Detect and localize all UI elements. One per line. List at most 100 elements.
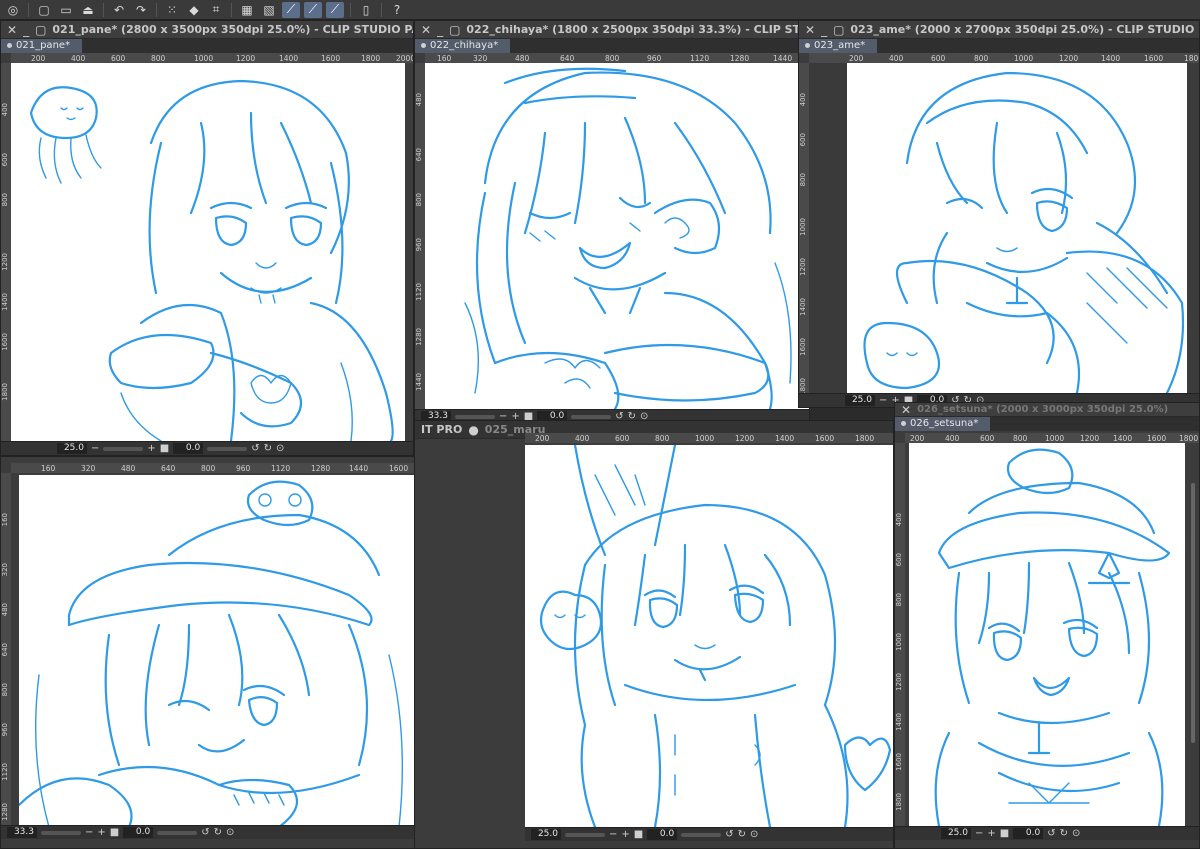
- drawing-canvas[interactable]: [525, 445, 893, 827]
- reset-rotation-icon[interactable]: ⊙: [226, 827, 234, 838]
- canvas-status-bar: 25.0 − + ■ 0.0 ↺ ↻ ⊙: [525, 827, 893, 841]
- ruler-icon[interactable]: ▧: [260, 2, 278, 18]
- ruler-tick: 400: [945, 434, 960, 443]
- ruler-tick: 960: [415, 238, 423, 252]
- ruler-tick: 640: [415, 148, 423, 162]
- ruler-tick: 1440: [415, 373, 423, 391]
- drawing-canvas[interactable]: [909, 443, 1185, 826]
- close-icon[interactable]: ✕: [901, 403, 911, 417]
- zoom-field[interactable]: 25.0: [845, 395, 875, 406]
- rotate-left-icon[interactable]: ↺: [1047, 828, 1055, 839]
- toolbar-divider: [231, 2, 232, 17]
- zoom-slider[interactable]: [455, 414, 495, 419]
- tab-label: 021_pane*: [16, 40, 71, 51]
- zoom-in-icon[interactable]: +: [621, 829, 629, 840]
- zoom-field[interactable]: 25.0: [941, 828, 971, 839]
- tab-bar: 026_setsuna*: [895, 417, 1199, 431]
- reset-rotation-icon[interactable]: ⊙: [276, 443, 284, 454]
- rotate-right-icon[interactable]: ↻: [214, 827, 222, 838]
- fit-icon[interactable]: ■: [110, 827, 119, 838]
- zoom-out-icon[interactable]: −: [975, 828, 983, 839]
- clip-logo-icon[interactable]: ◎: [4, 2, 22, 18]
- window-titlebar[interactable]: ✕ 026_setsuna* (2000 x 3000px 350dpi 25.…: [895, 403, 1199, 417]
- zoom-in-icon[interactable]: +: [97, 827, 105, 838]
- zoom-slider[interactable]: [103, 446, 144, 451]
- rotate-right-icon[interactable]: ↻: [738, 829, 746, 840]
- zoom-out-icon[interactable]: −: [609, 829, 617, 840]
- ruler-tick: 800: [415, 193, 423, 207]
- snap-special-icon[interactable]: ⟋: [326, 1, 344, 18]
- minimize-icon[interactable]: _: [23, 23, 29, 37]
- rotation-slider[interactable]: [207, 446, 248, 451]
- fit-icon[interactable]: ■: [160, 443, 169, 454]
- close-icon[interactable]: ✕: [805, 23, 815, 37]
- zoom-out-icon[interactable]: −: [85, 827, 93, 838]
- window-title: 021_pane* (2800 x 3500px 350dpi 25.0%) -…: [52, 23, 413, 36]
- drawing-canvas[interactable]: [11, 63, 405, 441]
- reset-rotation-icon[interactable]: ⊙: [1072, 828, 1080, 839]
- rotate-left-icon[interactable]: ↺: [725, 829, 733, 840]
- maximize-icon[interactable]: ▢: [833, 23, 844, 37]
- redo-icon[interactable]: ↷: [132, 2, 150, 18]
- ruler-tick: 1400: [279, 54, 299, 63]
- tab-021-pane[interactable]: 021_pane*: [1, 39, 83, 53]
- sketch-girl-chihaya: [464, 67, 792, 409]
- maximize-icon[interactable]: ▢: [449, 23, 460, 37]
- open-folder-icon[interactable]: ▭: [57, 2, 75, 18]
- zoom-field[interactable]: 25.0: [57, 443, 87, 454]
- transform-icon[interactable]: ⌗: [207, 2, 225, 18]
- zoom-in-icon[interactable]: +: [987, 828, 995, 839]
- undo-icon[interactable]: ↶: [110, 2, 128, 18]
- rotate-right-icon[interactable]: ↻: [264, 443, 272, 454]
- ruler-tick: 1000: [895, 633, 903, 651]
- tab-023-ame[interactable]: 023_ame*: [799, 39, 878, 53]
- window-titlebar[interactable]: ✕ _ ▢ 023_ame* (2000 x 2700px 350dpi 25.…: [799, 21, 1199, 39]
- zoom-out-icon[interactable]: −: [91, 443, 99, 454]
- fill-icon[interactable]: ◆: [185, 2, 203, 18]
- rotate-left-icon[interactable]: ↺: [251, 443, 259, 454]
- tab-022-chihaya[interactable]: 022_chihaya*: [415, 39, 511, 53]
- rotation-slider[interactable]: [571, 414, 612, 419]
- window-titlebar[interactable]: ✕ _ ▢ 021_pane* (2800 x 3500px 350dpi 25…: [1, 21, 413, 39]
- rotation-slider[interactable]: [157, 830, 198, 835]
- reset-rotation-icon[interactable]: ⊙: [750, 829, 758, 840]
- zoom-field[interactable]: 33.3: [7, 827, 37, 838]
- drawing-canvas[interactable]: [425, 63, 809, 409]
- fit-icon[interactable]: ■: [1000, 828, 1009, 839]
- drawing-canvas[interactable]: [847, 63, 1187, 393]
- selection-icon[interactable]: ⁙: [163, 2, 181, 18]
- ruler-tick: 1120: [271, 464, 291, 473]
- zoom-out-icon[interactable]: −: [879, 395, 887, 406]
- smart-phone-icon[interactable]: ▯: [357, 2, 375, 18]
- perspective-icon[interactable]: ⟋: [282, 1, 300, 18]
- zoom-slider[interactable]: [565, 832, 605, 837]
- save-icon[interactable]: ⏏: [79, 2, 97, 18]
- zoom-field[interactable]: 25.0: [531, 829, 561, 840]
- close-icon[interactable]: ✕: [7, 23, 17, 37]
- rotate-right-icon[interactable]: ↻: [1060, 828, 1068, 839]
- zoom-slider[interactable]: [41, 830, 81, 835]
- rotation-field[interactable]: 0.0: [123, 827, 154, 838]
- ruler-tick: 1000: [1045, 434, 1065, 443]
- close-icon[interactable]: ✕: [421, 23, 431, 37]
- fit-icon[interactable]: ■: [634, 829, 643, 840]
- ruler-tick: 600: [615, 434, 630, 443]
- maximize-icon[interactable]: ▢: [35, 23, 46, 37]
- new-file-icon[interactable]: ▢: [35, 2, 53, 18]
- rotation-field[interactable]: 0.0: [647, 829, 678, 840]
- tab-026-setsuna[interactable]: 026_setsuna*: [895, 417, 991, 431]
- grid-icon[interactable]: ▦: [238, 2, 256, 18]
- snap-icon[interactable]: ⟋: [304, 1, 322, 18]
- minimize-icon[interactable]: _: [437, 23, 443, 37]
- minimize-icon[interactable]: _: [821, 23, 827, 37]
- zoom-in-icon[interactable]: +: [147, 443, 155, 454]
- vertical-scrollbar[interactable]: [1191, 483, 1195, 743]
- rotation-field[interactable]: 0.0: [173, 443, 204, 454]
- help-icon[interactable]: ?: [388, 2, 406, 18]
- toolbar-divider: [156, 2, 157, 17]
- rotation-field[interactable]: 0.0: [1013, 828, 1044, 839]
- rotation-slider[interactable]: [681, 832, 722, 837]
- window-titlebar[interactable]: ✕ _ ▢ 022_chihaya* (1800 x 2500px 350dpi…: [415, 21, 809, 39]
- rotate-left-icon[interactable]: ↺: [201, 827, 209, 838]
- ruler-tick: 320: [473, 54, 488, 63]
